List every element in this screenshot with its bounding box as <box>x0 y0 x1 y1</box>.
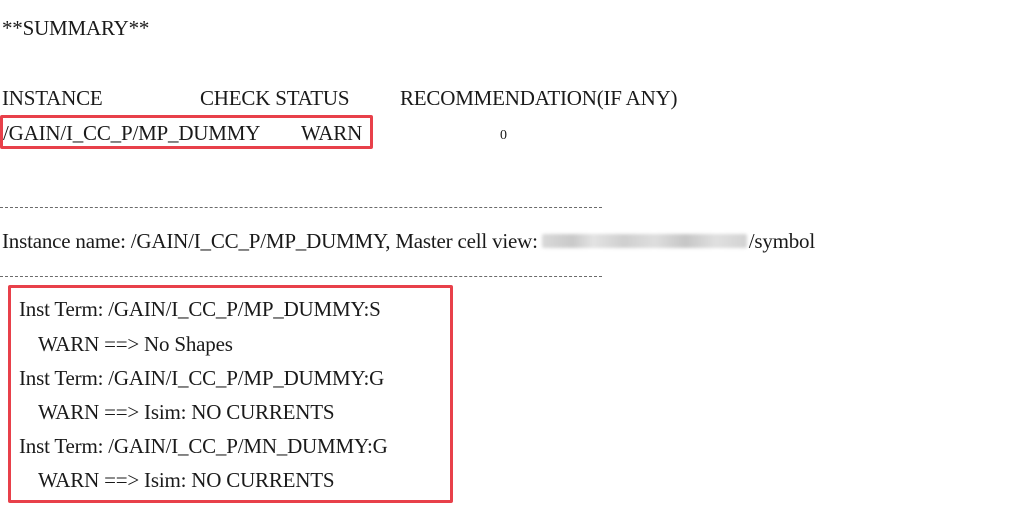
summary-row-recommendation: 0 <box>500 128 507 143</box>
instance-name-line: Instance name: /GAIN/I_CC_P/MP_DUMMY, Ma… <box>2 229 815 253</box>
column-header-instance: INSTANCE <box>2 86 103 110</box>
summary-heading: **SUMMARY** <box>2 16 150 40</box>
instance-name-label: Instance name: /GAIN/I_CC_P/MP_DUMMY, Ma… <box>2 229 538 253</box>
dashed-divider-bottom <box>0 276 602 277</box>
warn-line: WARN ==> No Shapes <box>38 332 233 356</box>
redacted-cell-view <box>541 234 747 249</box>
inst-term-line: Inst Term: /GAIN/I_CC_P/MP_DUMMY:S <box>19 297 381 321</box>
dashed-divider-top <box>0 207 602 208</box>
warn-line: WARN ==> Isim: NO CURRENTS <box>38 400 335 424</box>
cell-view-suffix: /symbol <box>748 229 815 253</box>
column-header-check-status: CHECK STATUS <box>200 86 350 110</box>
summary-row-instance: /GAIN/I_CC_P/MP_DUMMY <box>3 121 261 145</box>
inst-term-line: Inst Term: /GAIN/I_CC_P/MN_DUMMY:G <box>19 434 388 458</box>
summary-row-status: WARN <box>301 121 363 145</box>
warn-line: WARN ==> Isim: NO CURRENTS <box>38 468 335 492</box>
inst-term-line: Inst Term: /GAIN/I_CC_P/MP_DUMMY:G <box>19 366 385 390</box>
column-header-recommendation: RECOMMENDATION(IF ANY) <box>400 86 678 110</box>
